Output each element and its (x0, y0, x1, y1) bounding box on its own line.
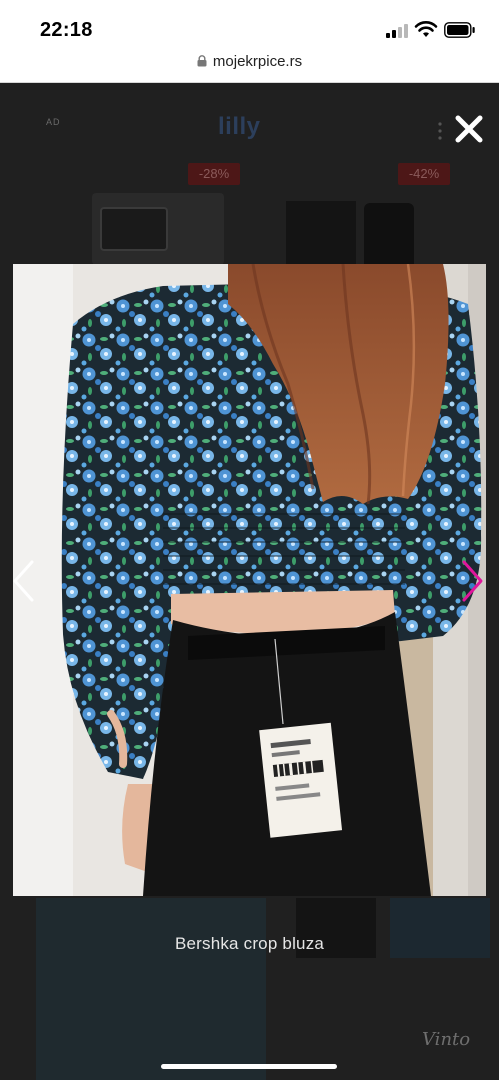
cellular-signal-icon (386, 24, 408, 38)
more-options-icon (438, 122, 442, 140)
photo-caption: Bershka crop bluza (174, 934, 325, 953)
product-photo (13, 264, 486, 896)
chevron-right-icon[interactable] (460, 558, 486, 604)
listing-thumbnail (36, 898, 266, 1080)
battery-icon (444, 22, 475, 38)
watermark-logo: Vinto (422, 1029, 471, 1050)
status-time: 22:18 (40, 19, 93, 41)
chevron-left-icon[interactable] (10, 558, 36, 604)
url-text: mojekrpice.rs (212, 53, 303, 70)
ad-product-image (286, 201, 356, 265)
ad-label: AD (46, 117, 61, 127)
discount-badge: -28% (188, 163, 240, 185)
close-icon[interactable] (452, 112, 486, 146)
home-indicator[interactable] (161, 1064, 337, 1069)
wifi-icon (414, 21, 438, 37)
discount-badge: -42% (398, 163, 450, 185)
ad-product-image (92, 193, 224, 265)
status-bar: 22:18 (0, 0, 499, 50)
ad-brand-logo: lilly (218, 113, 261, 140)
lock-icon (197, 55, 207, 67)
ad-product-image (364, 203, 414, 265)
address-bar[interactable]: mojekrpice.rs (0, 50, 499, 83)
